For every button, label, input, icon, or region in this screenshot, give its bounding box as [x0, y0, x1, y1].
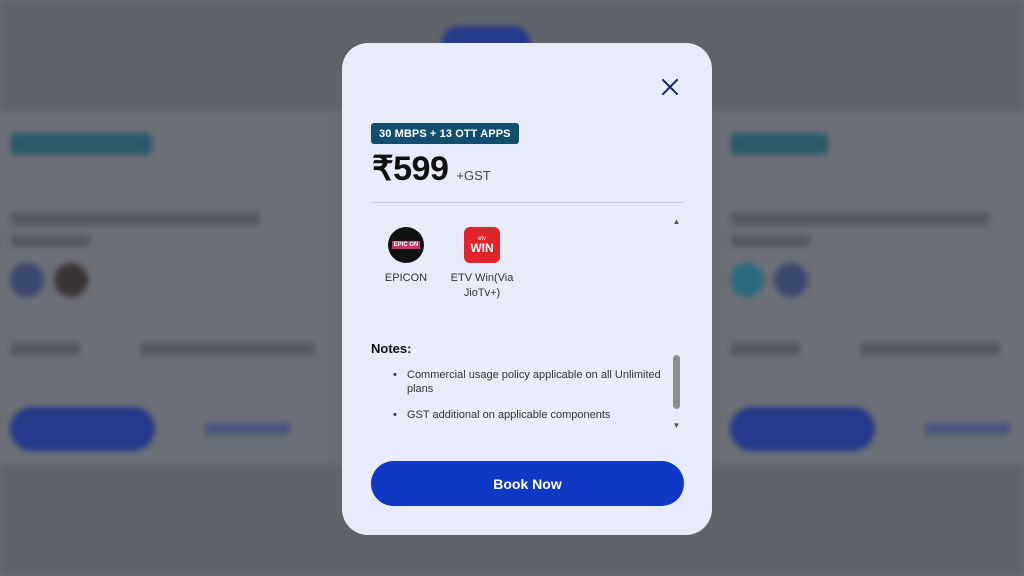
note-item: GST additional on applicable components	[391, 408, 671, 422]
price-row: ₹599 +GST	[372, 149, 491, 189]
notes-title: Notes:	[371, 341, 412, 356]
price-suffix: +GST	[456, 168, 491, 183]
etv-win-logo-icon: etv WIN	[464, 227, 500, 263]
plan-details-modal: 30 MBPS + 13 OTT APPS ₹599 +GST EPIC ON …	[342, 43, 712, 535]
plan-tag: 30 MBPS + 13 OTT APPS	[371, 123, 519, 144]
modal-overlay[interactable]: 30 MBPS + 13 OTT APPS ₹599 +GST EPIC ON …	[0, 0, 1024, 576]
divider	[371, 202, 684, 203]
epicon-logo-icon: EPIC ON	[388, 227, 424, 263]
app-item-etv-win: etv WIN ETV Win(Via JioTv+)	[447, 227, 517, 301]
plan-price: ₹599	[372, 150, 449, 188]
app-item-epicon: EPIC ON EPICON	[371, 227, 441, 301]
scroll-down-arrow-icon[interactable]: ▼	[670, 419, 683, 431]
close-icon	[662, 79, 678, 95]
scrollbar[interactable]: ▲ ▼	[670, 215, 683, 431]
close-button[interactable]	[658, 75, 682, 99]
book-now-button[interactable]: Book Now	[371, 461, 684, 506]
scrollbar-thumb[interactable]	[673, 355, 680, 409]
ott-apps-list: EPIC ON EPICON etv WIN ETV Win(Via JioTv…	[371, 227, 523, 301]
app-name: ETV Win(Via JioTv+)	[450, 272, 514, 299]
scroll-up-arrow-icon[interactable]: ▲	[670, 215, 683, 227]
notes-list: Commercial usage policy applicable on al…	[391, 368, 671, 433]
note-item: Commercial usage policy applicable on al…	[391, 368, 671, 396]
plan-details-scroll-area[interactable]: EPIC ON EPICON etv WIN ETV Win(Via JioTv…	[371, 213, 686, 433]
app-name: EPICON	[384, 272, 428, 284]
